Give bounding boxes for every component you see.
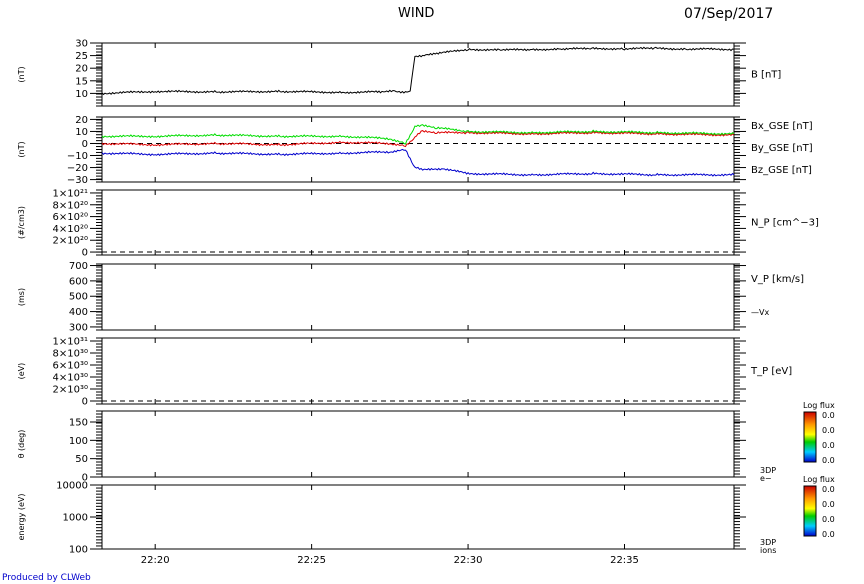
- series-line: [101, 130, 735, 148]
- legend-label: V_P [km/s]: [751, 274, 804, 285]
- y-tick-label: 10000: [56, 481, 88, 492]
- y-tick-label: 400: [69, 307, 88, 318]
- legend-label: N_P [cm^−3]: [751, 218, 819, 229]
- colorbar-label: 0.0: [822, 426, 835, 435]
- x-tick-label: 22:35: [610, 555, 639, 566]
- y-tick-label: 100: [69, 436, 88, 447]
- colorbar-label: 0.0: [822, 411, 835, 420]
- panel-bgse: 20100−10−20−30 (nT) Bx_GSE [nT] By_GSE [nT]…: [17, 115, 813, 186]
- panel-theta: 050100150θ (deg)3DPe−Log flux0.00.00.00.…: [17, 401, 835, 484]
- panel-frame: [101, 42, 735, 107]
- y-tick-label: 10: [75, 89, 88, 100]
- y-tick-label: −30: [67, 175, 88, 186]
- series-line: [101, 148, 735, 177]
- panel-frame: [101, 263, 735, 331]
- y-tick-label: 150: [69, 418, 88, 429]
- y-tick-label: 300: [69, 322, 88, 333]
- y-tick-label: −10: [67, 151, 88, 162]
- legend-label: Bz_GSE [nT]: [751, 165, 812, 176]
- y-axis-label: (nT): [17, 141, 26, 157]
- legend-label: T_P [eV]: [750, 366, 792, 377]
- legend-label: Bx_GSE [nT]: [751, 121, 813, 132]
- legend-label: —Vx: [751, 308, 769, 317]
- y-tick-label: 0: [82, 139, 88, 150]
- y-tick-label: 8×10²⁰: [53, 200, 88, 211]
- y-axis-label: (nT): [17, 66, 26, 82]
- y-tick-label: 500: [69, 292, 88, 303]
- panel-vp: 300 400 500 600 700 (ms) V_P [km/s] —Vx: [17, 261, 804, 333]
- y-tick-label: 30: [75, 39, 88, 50]
- y-tick-label: 20: [75, 64, 88, 75]
- panel-frame: [101, 189, 735, 256]
- y-tick-label: −20: [67, 163, 88, 174]
- colorbar-label: 0.0: [822, 530, 835, 539]
- y-tick-label: 6×10²⁰: [53, 212, 88, 223]
- panel-frame: [101, 484, 735, 550]
- y-axis-label: (ms): [17, 288, 26, 306]
- y-tick-label: 0: [82, 248, 88, 259]
- legend-label: ions: [760, 546, 776, 555]
- x-tick-label: 22:25: [297, 555, 326, 566]
- panel-energy: 100100010000energy (eV)3DPionsLog flux0.…: [17, 475, 835, 556]
- y-tick-label: 6×10³⁰: [53, 361, 88, 372]
- y-tick-label: 2×10³⁰: [53, 385, 88, 396]
- colorbar-title: Log flux: [803, 401, 835, 410]
- legend-label: e−: [760, 474, 772, 483]
- legend-label: B [nT]: [751, 70, 781, 81]
- colorbar-label: 0.0: [822, 500, 835, 509]
- panel-b: 10 1520 2530 (nT) B [nT]: [17, 39, 781, 107]
- y-tick-label: 0: [82, 397, 88, 408]
- y-axis-label: energy (eV): [17, 493, 26, 540]
- y-tick-label: 15: [75, 76, 88, 87]
- y-tick-label: 4×10³⁰: [53, 373, 88, 384]
- y-tick-label: 1×10³¹: [53, 337, 88, 348]
- y-tick-label: 100: [69, 545, 88, 556]
- y-tick-label: 1×10²¹: [53, 188, 88, 199]
- colorbar: [803, 485, 817, 537]
- panel-np: 02×10²⁰4×10²⁰6×10²⁰8×10²⁰1×10²¹ (#/cm3) N_…: [17, 188, 819, 258]
- panel-frame: [101, 116, 735, 183]
- y-tick-label: 700: [69, 261, 88, 272]
- y-tick-label: 1000: [63, 513, 88, 524]
- colorbar-label: 0.0: [822, 485, 835, 494]
- y-tick-label: 600: [69, 276, 88, 287]
- y-tick-label: 25: [75, 51, 88, 62]
- y-tick-label: 10: [75, 127, 88, 138]
- panel-tp: 02×10³⁰4×10³⁰6×10³⁰8×10³⁰1×10³¹ (eV) T_P […: [17, 337, 792, 408]
- y-axis-label: (#/cm3): [17, 206, 26, 239]
- y-tick-label: 20: [75, 115, 88, 126]
- y-tick-label: 2×10²⁰: [53, 236, 88, 247]
- colorbar-label: 0.0: [822, 456, 835, 465]
- legend-label: By_GSE [nT]: [751, 143, 813, 154]
- colorbar-title: Log flux: [803, 475, 835, 484]
- y-tick-label: 4×10²⁰: [53, 224, 88, 235]
- panel-frame: [101, 410, 735, 478]
- footer-credit[interactable]: Produced by CLWeb: [2, 573, 91, 583]
- y-tick-label: 50: [75, 454, 88, 465]
- y-axis-label: (eV): [17, 363, 26, 380]
- y-tick-label: 8×10³⁰: [53, 349, 88, 360]
- colorbar: [803, 411, 817, 463]
- y-axis-label: θ (deg): [17, 430, 26, 459]
- x-tick-label: 22:20: [141, 555, 170, 566]
- colorbar-label: 0.0: [822, 515, 835, 524]
- time-series-plot: 1015202530(nT) B [nT]20100−10−20−30(nT)Bx…: [17, 39, 835, 567]
- x-tick-label: 22:30: [454, 555, 483, 566]
- colorbar-label: 0.0: [822, 441, 835, 450]
- panel-frame: [101, 337, 735, 405]
- series-line: [101, 46, 735, 96]
